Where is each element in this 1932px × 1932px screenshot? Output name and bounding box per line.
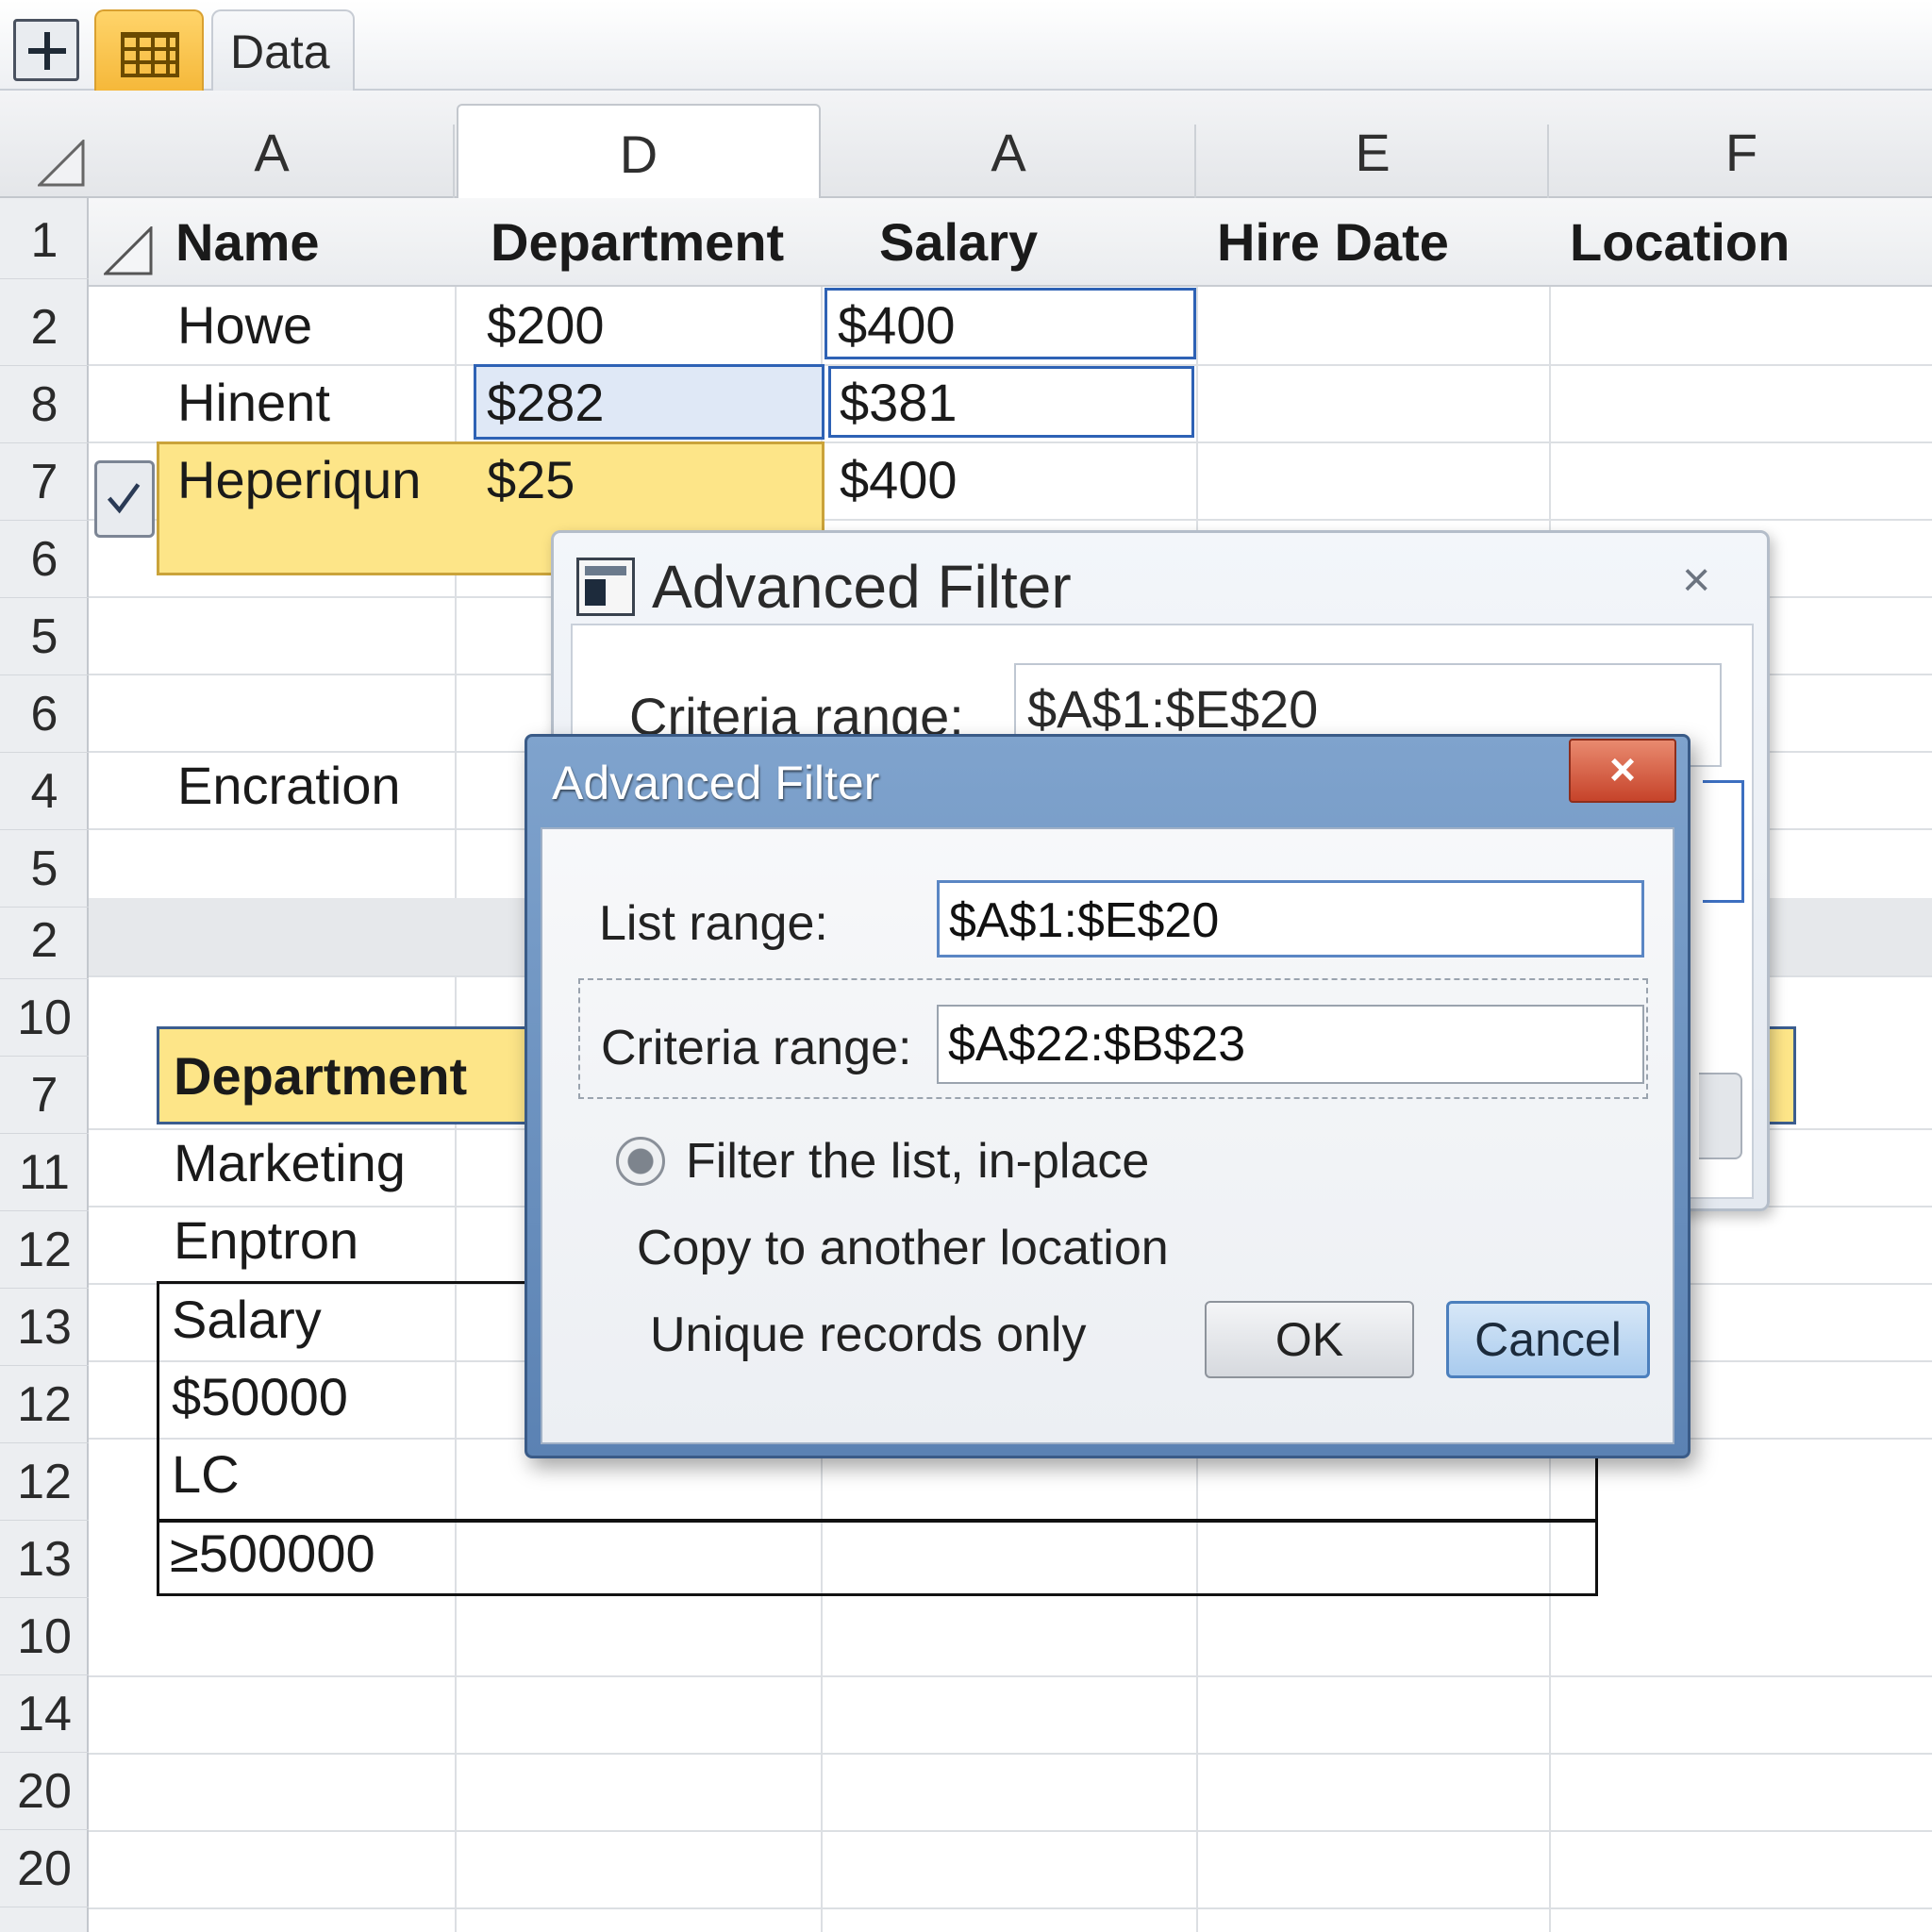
copy-to-location-option[interactable]: Copy to another location — [637, 1220, 1169, 1276]
criteria-cell[interactable]: Marketing — [174, 1130, 406, 1196]
plus-icon[interactable] — [13, 19, 79, 81]
table-cell[interactable]: $282 — [487, 370, 605, 436]
table-cell[interactable]: $200 — [487, 292, 605, 358]
checkmark-icon — [107, 483, 141, 514]
table-cell[interactable]: $400 — [840, 447, 958, 513]
header-location[interactable]: Location — [1570, 209, 1790, 275]
row-header[interactable]: 7 — [0, 1057, 89, 1134]
unique-records-option[interactable]: Unique records only — [650, 1307, 1086, 1363]
sheet-tab-data[interactable]: Data — [211, 9, 355, 91]
range-selector-outline — [1703, 780, 1744, 903]
row-header[interactable]: 20 — [0, 1753, 89, 1830]
filter-dialog-icon — [576, 558, 635, 616]
table-cell[interactable]: Hinent — [177, 370, 330, 436]
table-cell[interactable]: Heperiqun — [177, 447, 421, 513]
criteria-cell[interactable]: Enptron — [174, 1208, 358, 1274]
row-header[interactable]: 12 — [0, 1443, 89, 1521]
grid-line — [89, 1830, 1932, 1832]
select-all-corner-icon[interactable] — [38, 140, 85, 187]
column-header-a2[interactable]: A — [823, 125, 1196, 198]
column-header-f[interactable]: F — [1551, 125, 1932, 198]
filter-corner-icon[interactable] — [104, 226, 153, 275]
grid-line — [89, 1675, 1932, 1677]
column-header-d[interactable]: D — [457, 104, 821, 198]
dialog-title: Advanced Filter — [652, 553, 1072, 621]
row-header[interactable]: 7 — [0, 443, 89, 521]
dialog-button[interactable] — [1699, 1073, 1742, 1159]
row-header[interactable]: 5 — [0, 830, 89, 908]
criteria-cell[interactable]: Salary — [172, 1287, 322, 1353]
table-cell[interactable]: Encration — [177, 753, 401, 819]
row-header[interactable]: 8 — [0, 366, 89, 443]
table-cell[interactable]: $400 — [838, 292, 956, 358]
criteria-cell[interactable]: LC — [172, 1441, 240, 1507]
row-header[interactable]: 6 — [0, 521, 89, 598]
row-header-bar: 1 2 8 7 6 5 6 4 5 2 10 7 11 12 13 12 12 … — [0, 198, 89, 1932]
header-name[interactable]: Name — [175, 209, 320, 275]
list-range-label: List range: — [599, 896, 828, 951]
dialog-title: Advanced Filter — [552, 757, 880, 809]
row-header[interactable]: 6 — [0, 675, 89, 753]
filter-in-place-radio[interactable] — [616, 1137, 665, 1186]
criteria-cell[interactable]: ≥500000 — [170, 1521, 375, 1587]
header-salary[interactable]: Salary — [879, 209, 1038, 275]
criteria-range-input[interactable]: $A$22:$B$23 — [937, 1005, 1644, 1084]
row-checkbox[interactable] — [94, 460, 155, 538]
sheet-tab-grid[interactable] — [94, 9, 204, 91]
table-cell[interactable]: $25 — [487, 447, 575, 513]
criteria-cell[interactable]: $50000 — [172, 1364, 348, 1430]
column-header-bar: A D A E F — [0, 91, 1932, 198]
row-header[interactable]: 11 — [0, 1134, 89, 1211]
row-header[interactable]: 10 — [0, 979, 89, 1057]
criteria-header[interactable]: Department — [174, 1043, 467, 1109]
grid-line — [89, 1907, 1932, 1909]
table-cell[interactable]: Howe — [177, 292, 312, 358]
row-header[interactable]: 14 — [0, 1675, 89, 1753]
row-header[interactable]: 2 — [0, 289, 89, 366]
grid-line — [89, 1753, 1932, 1755]
sheet-tab-strip: Data — [0, 0, 1932, 91]
dialog-body: List range: $A$1:$E$20 Criteria range: $… — [541, 827, 1674, 1444]
row-header[interactable]: 1 — [0, 202, 89, 279]
column-header-a[interactable]: A — [91, 125, 455, 198]
column-header-e[interactable]: E — [1198, 125, 1549, 198]
filter-in-place-label[interactable]: Filter the list, in-place — [686, 1133, 1149, 1190]
table-grid-icon — [121, 32, 179, 77]
table-cell[interactable]: $381 — [840, 370, 958, 436]
row-header[interactable]: 12 — [0, 1366, 89, 1443]
close-icon[interactable]: × — [1682, 552, 1710, 608]
advanced-filter-dialog: Advanced Filter × List range: $A$1:$E$20… — [525, 734, 1690, 1458]
row-header[interactable]: 20 — [0, 1830, 89, 1907]
ok-button[interactable]: OK — [1205, 1301, 1414, 1378]
row-header[interactable]: 12 — [0, 1211, 89, 1289]
header-department[interactable]: Department — [491, 209, 784, 275]
row-header[interactable]: 4 — [0, 753, 89, 830]
row-header[interactable]: 13 — [0, 1521, 89, 1598]
row-header[interactable]: 2 — [0, 902, 89, 979]
header-hire-date[interactable]: Hire Date — [1217, 209, 1449, 275]
cancel-button[interactable]: Cancel — [1446, 1301, 1650, 1378]
row-header[interactable]: 10 — [0, 1598, 89, 1675]
row-header[interactable]: 5 — [0, 598, 89, 675]
list-range-input[interactable]: $A$1:$E$20 — [937, 880, 1644, 958]
close-button[interactable]: × — [1569, 739, 1676, 803]
row-header[interactable]: 13 — [0, 1289, 89, 1366]
criteria-range-label: Criteria range: — [601, 1021, 912, 1075]
